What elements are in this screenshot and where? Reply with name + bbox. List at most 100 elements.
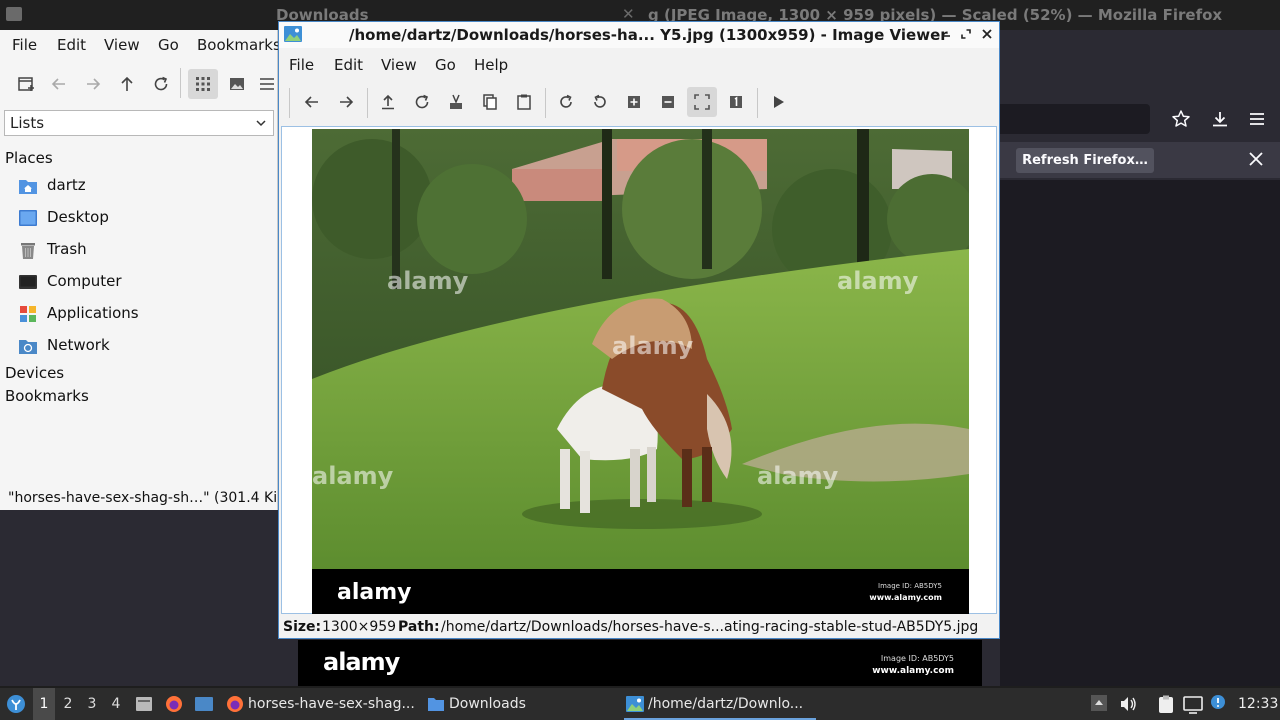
- window-menu-icon[interactable]: [6, 7, 22, 21]
- reload-button[interactable]: [146, 69, 176, 99]
- cut-button[interactable]: [441, 87, 471, 117]
- sidebar-item-applications[interactable]: Applications: [18, 300, 268, 328]
- tray-expand-button[interactable]: [1090, 694, 1110, 714]
- firefox-image-footer: alamy Image ID: AB5DY5 www.alamy.com: [298, 640, 982, 686]
- devices-heading[interactable]: Devices: [5, 364, 64, 382]
- launcher-firefox[interactable]: [165, 695, 183, 713]
- file-manager-statusbar: "horses-have-sex-shag-sh…" (301.4 KiB): [0, 486, 292, 510]
- menu-edit[interactable]: Edit: [334, 56, 363, 74]
- url-bar[interactable]: [1000, 104, 1150, 134]
- image-icon: [230, 78, 244, 90]
- grid-icon: [196, 77, 210, 91]
- menu-go[interactable]: Go: [158, 36, 179, 54]
- network-icon: [19, 340, 37, 354]
- task-firefox[interactable]: horses-have-sex-shag...: [224, 688, 415, 720]
- app-menu-icon: [7, 695, 25, 713]
- side-pane-selector-value: Lists: [10, 114, 45, 132]
- sidebar-item-network[interactable]: Network: [18, 332, 268, 360]
- new-tab-button[interactable]: [11, 69, 41, 99]
- minimize-button[interactable]: [937, 25, 955, 43]
- zoom-in-icon: [628, 96, 640, 108]
- rotate-counterclockwise-icon: [594, 94, 606, 108]
- volume-button[interactable]: [1118, 694, 1138, 714]
- watermark: alamy: [387, 267, 469, 295]
- menu-view[interactable]: View: [104, 36, 140, 54]
- close-notification-icon[interactable]: [1247, 150, 1265, 168]
- image-viewer-titlebar[interactable]: /home/dartz/Downloads/horses-ha... Y5.jp…: [279, 22, 999, 48]
- network-status-button[interactable]: [1183, 694, 1203, 714]
- computer-icon: [19, 275, 37, 289]
- updates-button[interactable]: [1210, 694, 1230, 714]
- paste-button[interactable]: [509, 87, 539, 117]
- workspace-3[interactable]: 3: [81, 688, 103, 720]
- sidebar-item-dartz[interactable]: dartz: [18, 172, 268, 200]
- menu-help[interactable]: Help: [474, 56, 508, 74]
- zoom-in-button[interactable]: [619, 87, 649, 117]
- menu-file[interactable]: File: [289, 56, 314, 74]
- zoom-fit-button[interactable]: [687, 87, 717, 117]
- size-value: 1300×959: [322, 619, 397, 635]
- clock[interactable]: 12:33: [1238, 696, 1278, 712]
- start-menu-button[interactable]: [6, 694, 26, 714]
- arrow-right-icon: [340, 96, 354, 108]
- zoom-out-button[interactable]: [653, 87, 683, 117]
- rotate-right-button[interactable]: [551, 87, 581, 117]
- launcher-file-manager[interactable]: [135, 695, 153, 713]
- places-heading[interactable]: Places: [5, 149, 53, 167]
- menu-go[interactable]: Go: [435, 56, 456, 74]
- trash-icon: [21, 243, 35, 259]
- launcher-desktop[interactable]: [194, 695, 214, 713]
- arrow-up-icon: [121, 76, 133, 91]
- copy-button[interactable]: [475, 87, 505, 117]
- sidebar-item-label: Applications: [47, 304, 139, 322]
- maximize-button[interactable]: [957, 25, 975, 43]
- menu-file[interactable]: File: [12, 36, 37, 54]
- sidebar-item-computer[interactable]: Computer: [18, 268, 268, 296]
- menu-view[interactable]: View: [381, 56, 417, 74]
- task-image-viewer[interactable]: /home/dartz/Downlo...: [624, 688, 816, 720]
- new-tab-icon: [18, 77, 34, 91]
- thumbnail-view-button[interactable]: [222, 69, 252, 99]
- workspace-4[interactable]: 4: [105, 688, 127, 720]
- menu-edit[interactable]: Edit: [57, 36, 86, 54]
- reload-button[interactable]: [407, 87, 437, 117]
- paste-icon: [517, 94, 531, 110]
- list-view-button[interactable]: [256, 69, 277, 99]
- close-button[interactable]: [978, 25, 996, 43]
- watermark: alamy: [312, 462, 394, 490]
- image-viewer-icon[interactable]: [284, 26, 302, 42]
- up-button[interactable]: [112, 69, 142, 99]
- minimize-icon: [942, 35, 950, 37]
- rotate-left-button[interactable]: [585, 87, 615, 117]
- hamburger-menu-icon[interactable]: [1247, 109, 1267, 129]
- refresh-firefox-button[interactable]: Refresh Firefox…: [1016, 148, 1154, 173]
- image-canvas[interactable]: alamy alamy alamy alamy alamy alamy Imag…: [281, 126, 997, 614]
- back-button[interactable]: [44, 69, 74, 99]
- menu-bookmarks[interactable]: Bookmarks: [197, 36, 281, 54]
- slideshow-button[interactable]: [763, 87, 793, 117]
- side-pane-selector[interactable]: Lists: [4, 110, 274, 136]
- task-downloads[interactable]: Downloads: [425, 688, 615, 720]
- sidebar-item-desktop[interactable]: Desktop: [18, 204, 268, 232]
- sidebar-item-label: Computer: [47, 272, 122, 290]
- image-viewer-toolbar: [279, 84, 999, 120]
- open-folder-button[interactable]: [373, 87, 403, 117]
- sidebar-item-label: Trash: [47, 240, 87, 258]
- copy-icon: [483, 94, 497, 110]
- icon-view-button[interactable]: [188, 69, 218, 99]
- maximize-icon: [961, 29, 971, 39]
- forward-button[interactable]: [78, 69, 108, 99]
- watermark: alamy: [757, 462, 839, 490]
- image-id-text: Image ID: AB5DY5 www.alamy.com: [872, 654, 954, 676]
- bookmark-star-icon[interactable]: [1171, 109, 1191, 129]
- previous-image-button[interactable]: [297, 87, 327, 117]
- next-image-button[interactable]: [331, 87, 361, 117]
- downloads-icon[interactable]: [1210, 109, 1230, 129]
- bookmarks-heading[interactable]: Bookmarks: [5, 387, 89, 405]
- footer-image-id: Image ID: AB5DY5: [878, 582, 942, 590]
- sidebar-item-trash[interactable]: Trash: [18, 236, 268, 264]
- workspace-1[interactable]: 1: [33, 688, 55, 720]
- workspace-2[interactable]: 2: [57, 688, 79, 720]
- zoom-original-button[interactable]: [721, 87, 751, 117]
- clipboard-button[interactable]: [1156, 694, 1176, 714]
